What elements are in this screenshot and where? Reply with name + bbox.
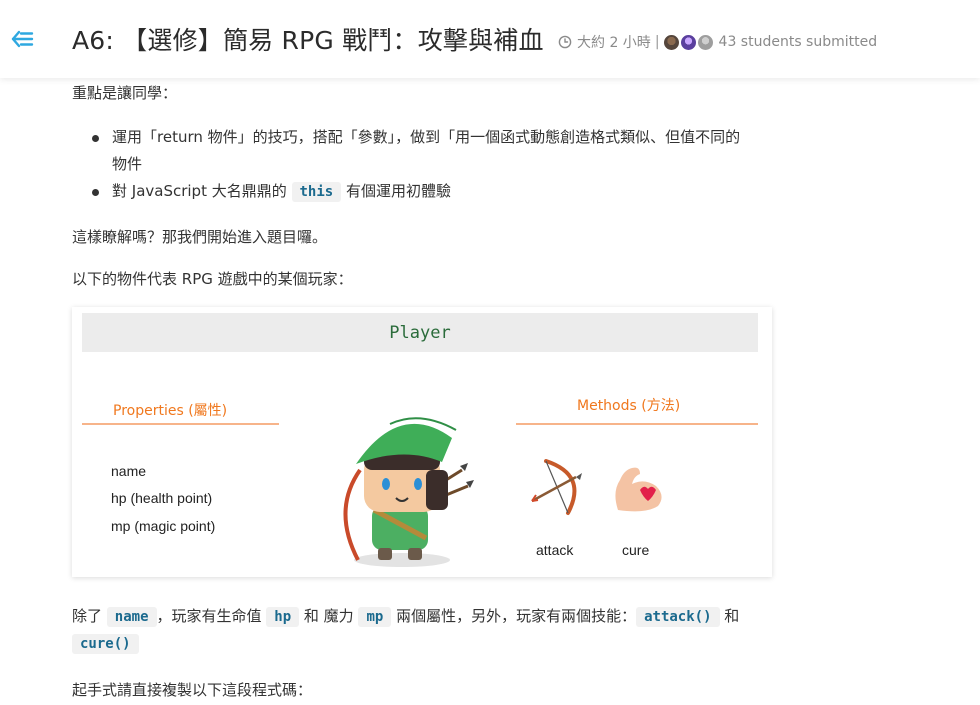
desc-text: ，玩家有生命值	[156, 607, 267, 625]
bullet-line: 物件	[112, 155, 143, 173]
property-name: name	[111, 463, 147, 479]
avatar[interactable]	[680, 34, 696, 50]
inline-code-name: name	[106, 607, 157, 627]
inline-code-hp: hp	[266, 607, 300, 627]
properties-divider	[82, 423, 279, 425]
methods-divider	[516, 423, 758, 425]
list-item: 對 JavaScript 大名鼎鼎的 this 有個運用初體驗	[92, 178, 812, 206]
bullet-line: 運用「return 物件」的技巧，搭配「參數」，做到「用一個函式動態創造格式類似…	[112, 128, 741, 146]
back-arrow-icon[interactable]	[10, 28, 34, 50]
desc-text: 和 魔力	[299, 607, 359, 625]
submitted-count[interactable]: 43 students submitted	[719, 34, 878, 50]
player-intro-text: 以下的物件代表 RPG 遊戲中的某個玩家：	[72, 270, 353, 288]
inline-code-mp: mp	[358, 607, 392, 627]
list-item: 運用「return 物件」的技巧，搭配「參數」，做到「用一個函式動態創造格式類似…	[92, 124, 812, 178]
inline-code-attack: attack()	[636, 607, 720, 627]
avatar[interactable]	[697, 34, 713, 50]
flexed-arm-heart-icon	[615, 467, 662, 512]
method-attack: attack	[536, 542, 574, 558]
method-cure: cure	[622, 542, 650, 558]
estimated-time: 大約 2 小時	[577, 35, 651, 51]
description-line-2: cure()	[72, 634, 139, 654]
property-hp: hp (health point)	[111, 490, 213, 506]
bullet-text: 有個運用初體驗	[341, 182, 451, 200]
bullet-text: 對 JavaScript 大名鼎鼎的	[112, 182, 292, 200]
archer-character-illustration	[343, 417, 474, 567]
player-title: Player	[82, 313, 758, 352]
inline-code-this: this	[291, 182, 342, 202]
lesson-header: A6: 【選修】簡易 RPG 戰鬥：攻擊與補血 大約 2 小時 | 43 stu…	[0, 0, 980, 78]
bow-arrow-icon	[531, 459, 582, 515]
instruction-text: 起手式請直接複製以下這段程式碼：	[72, 681, 313, 699]
intro-text: 重點是讓同學：	[72, 84, 178, 102]
avatar[interactable]	[663, 34, 679, 50]
lesson-meta: 大約 2 小時 | 43 students submitted	[558, 32, 877, 52]
desc-text: 兩個屬性，另外，玩家有兩個技能：	[391, 607, 637, 625]
player-diagram: Player Properties (屬性) name hp (health p…	[72, 307, 772, 577]
key-points-list: 運用「return 物件」的技巧，搭配「參數」，做到「用一個函式動態創造格式類似…	[92, 124, 812, 206]
desc-text: 除了	[72, 607, 107, 625]
question-text: 這樣瞭解嗎？那我們開始進入題目囉。	[72, 228, 328, 246]
meta-separator: |	[654, 34, 660, 50]
property-mp: mp (magic point)	[111, 518, 216, 534]
desc-text: 和	[719, 607, 740, 625]
description-line-1: 除了 name ，玩家有生命值 hp 和 魔力 mp 兩個屬性，另外，玩家有兩個技…	[72, 605, 740, 627]
methods-title: Methods (方法)	[577, 398, 681, 414]
clock-icon	[558, 35, 572, 49]
inline-code-cure: cure()	[72, 634, 139, 654]
page-title: A6: 【選修】簡易 RPG 戰鬥：攻擊與補血	[72, 26, 544, 55]
properties-title: Properties (屬性)	[113, 403, 228, 419]
